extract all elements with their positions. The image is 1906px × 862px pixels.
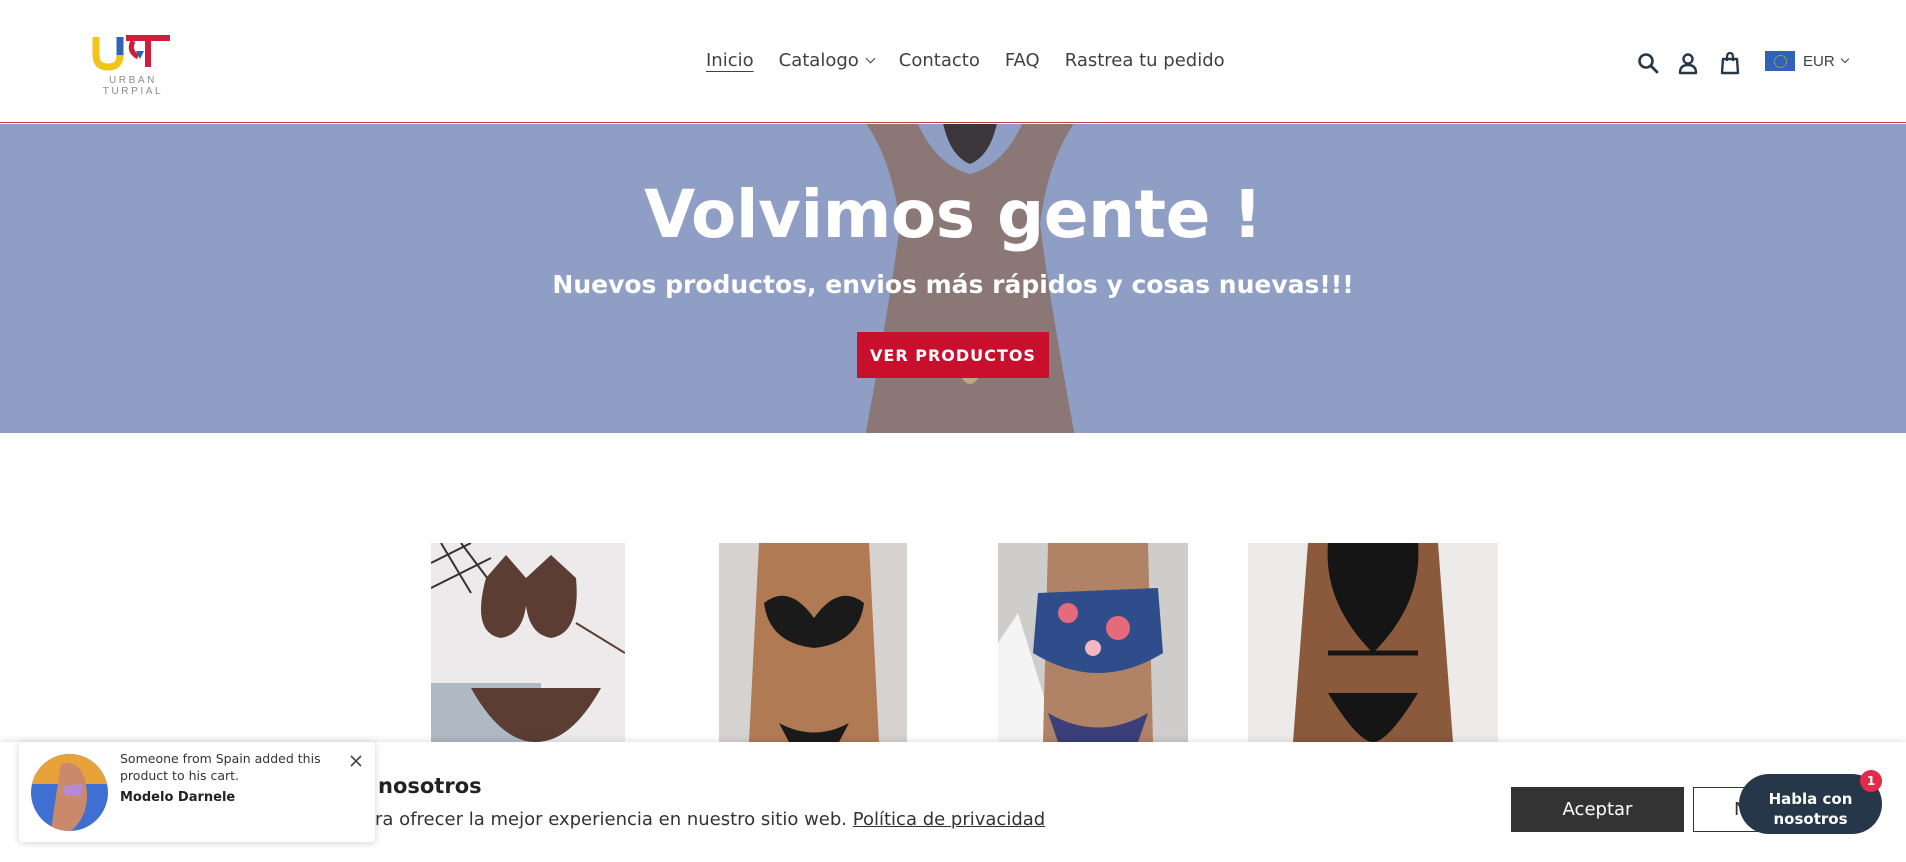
nav-item-catalogo[interactable]: Catalogo bbox=[778, 50, 876, 71]
currency-label: EUR bbox=[1803, 52, 1835, 70]
logo-mark-icon bbox=[92, 35, 170, 71]
main-nav: Inicio Catalogo Contacto FAQ Rastrea tu … bbox=[706, 50, 1250, 71]
popup-product-image bbox=[31, 754, 108, 831]
logo[interactable]: URBAN TURPIAL bbox=[78, 33, 188, 97]
nav-item-faq[interactable]: FAQ bbox=[1005, 50, 1040, 71]
hero-banner: Volvimos gente ! Nuevos productos, envio… bbox=[0, 124, 1906, 433]
eu-flag-icon bbox=[1765, 51, 1795, 71]
account-icon[interactable] bbox=[1676, 51, 1700, 75]
privacy-policy-link[interactable]: Política de privacidad bbox=[853, 809, 1045, 830]
hero-title: Volvimos gente ! bbox=[644, 176, 1262, 253]
product-image bbox=[1248, 543, 1498, 742]
nav-item-contacto[interactable]: Contacto bbox=[899, 50, 980, 71]
ver-productos-button[interactable]: VER PRODUCTOS bbox=[857, 332, 1049, 378]
hero-subtitle: Nuevos productos, envios más rápidos y c… bbox=[552, 270, 1354, 299]
product-image bbox=[719, 543, 907, 742]
product-image bbox=[431, 543, 625, 742]
site-header: URBAN TURPIAL Inicio Catalogo Contacto F… bbox=[0, 0, 1906, 123]
product-card-4[interactable] bbox=[1248, 543, 1498, 742]
product-image bbox=[998, 543, 1188, 742]
chevron-down-icon bbox=[865, 53, 876, 63]
nav-item-catalogo-label: Catalogo bbox=[778, 50, 859, 71]
cookie-message: ara ofrecer la mejor experiencia en nues… bbox=[364, 809, 848, 830]
currency-selector[interactable]: EUR bbox=[1765, 51, 1849, 71]
product-card-3[interactable] bbox=[998, 543, 1188, 742]
product-card-2[interactable] bbox=[719, 543, 907, 742]
close-icon[interactable] bbox=[349, 754, 363, 768]
cookie-text: ara ofrecer la mejor experiencia en nues… bbox=[364, 809, 1045, 830]
nav-item-inicio[interactable]: Inicio bbox=[706, 50, 754, 71]
chat-label-line1: Habla con bbox=[1768, 790, 1853, 808]
logo-text: URBAN TURPIAL bbox=[102, 75, 164, 97]
product-card-1[interactable] bbox=[431, 543, 625, 742]
cookie-title: nosotros bbox=[378, 774, 482, 798]
search-icon[interactable] bbox=[1636, 51, 1660, 75]
popup-message: Someone from Spain added this product to… bbox=[120, 751, 321, 783]
popup-product-name: Modelo Darnele bbox=[120, 790, 236, 805]
cart-icon[interactable] bbox=[1718, 51, 1742, 75]
chevron-down-icon bbox=[1840, 54, 1849, 64]
nav-item-rastrea[interactable]: Rastrea tu pedido bbox=[1065, 50, 1225, 71]
accept-cookies-button[interactable]: Aceptar bbox=[1511, 787, 1684, 832]
cart-activity-popup[interactable]: Someone from Spain added this product to… bbox=[19, 742, 375, 842]
chat-label-line2: nosotros bbox=[1773, 810, 1848, 828]
chat-notification-badge: 1 bbox=[1860, 770, 1882, 792]
